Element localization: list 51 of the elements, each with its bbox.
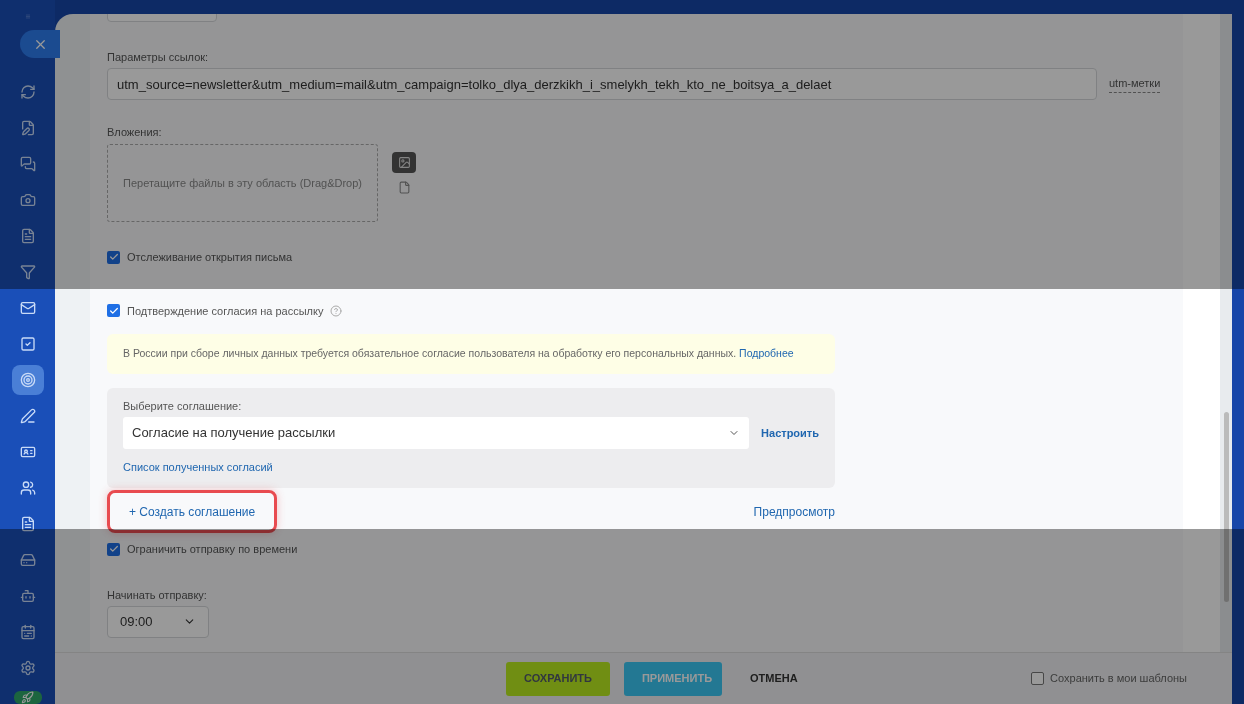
help-icon[interactable] [330, 304, 343, 317]
refresh-icon [19, 84, 36, 100]
field-label: Вложения: [107, 125, 163, 139]
chat-icon [19, 156, 36, 172]
document-icon [19, 228, 36, 244]
configure-link[interactable]: Настроить [761, 424, 819, 442]
field-label: Параметры ссылок: [107, 50, 210, 64]
cancel-button[interactable]: ОТМЕНА [735, 670, 812, 687]
image-icon [397, 156, 411, 169]
time-select[interactable]: 09:00 [107, 605, 209, 638]
launch-button[interactable] [13, 691, 42, 704]
checkbox[interactable] [107, 542, 120, 556]
input-field[interactable]: utm_source=newsletter&utm_medium=mail&utm_campaign=tolko_dlya_derzkikh_i_smelykh_tekh_kto_ne_boitsya_a_delaet [107, 68, 1097, 100]
document-edit-icon [19, 120, 36, 136]
target-icon [19, 372, 36, 388]
create-agreement-link[interactable]: + Создать соглашение [107, 490, 278, 533]
close-button[interactable] [20, 30, 60, 58]
field-label: Начинать отправку: [107, 587, 208, 602]
drive-icon [19, 552, 36, 568]
more-link[interactable]: Подробнее [739, 347, 794, 360]
notice-text: В России при сборе личных данных требуется обязательное согласие пользователя на обработку его персональных данных. Подробнее [123, 346, 794, 362]
rocket-icon [21, 691, 34, 704]
sidebar-item[interactable] [11, 365, 44, 395]
option-label: Ограничить отправку по времени [127, 542, 298, 557]
preview-link[interactable]: Предпросмотр [753, 502, 835, 521]
checkbox[interactable] [107, 304, 120, 318]
option-label: Отслеживание открытия письма [127, 250, 293, 265]
field-label: Выберите соглашение: [123, 399, 243, 413]
document-icon [19, 516, 36, 532]
robot-icon [19, 588, 36, 604]
utm-link[interactable]: utm-метки [1109, 75, 1161, 93]
pen-icon [19, 408, 36, 424]
checkbox[interactable] [1031, 672, 1045, 685]
option-label: Сохранить в мои шаблоны [1050, 671, 1187, 687]
settings-icon [19, 660, 36, 676]
image-button[interactable] [392, 152, 416, 173]
scrollbar[interactable] [1220, 14, 1232, 652]
dropzone[interactable]: Перетащите файлы в эту область (Drag&Drop) [107, 144, 378, 222]
option-label: Подтверждение согласия на рассылку [127, 303, 324, 319]
action-button[interactable]: СОХРАНИТЬ [506, 661, 610, 696]
checkbox-icon [19, 336, 36, 352]
file-icon[interactable] [397, 181, 411, 194]
users-icon [19, 480, 36, 496]
agreement-select[interactable]: Согласие на получение рассылки [123, 417, 750, 449]
checkbox[interactable] [107, 250, 120, 264]
mail-icon [19, 300, 36, 316]
card-icon [19, 444, 36, 460]
calendar-icon [19, 624, 36, 640]
funnel-icon [19, 264, 36, 280]
camera-icon [19, 192, 36, 208]
agreements-list-link[interactable]: Список полученных согласий [123, 459, 273, 476]
